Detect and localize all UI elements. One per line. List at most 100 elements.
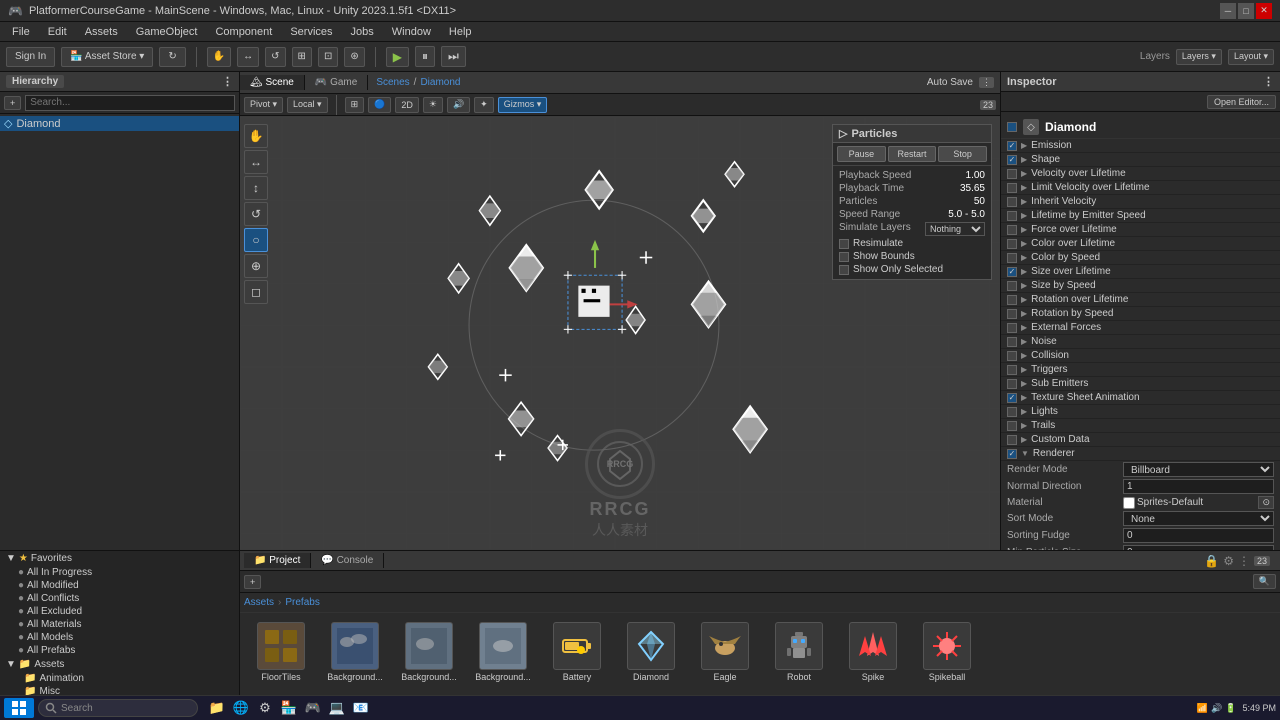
rect-tool-btn[interactable]: ◻ [244,280,268,304]
tree-item-all-modified[interactable]: ● All Modified [0,579,239,592]
move-tool[interactable]: ↔ [237,47,259,67]
velocity-lifetime-checkbox[interactable] [1007,169,1017,179]
rect-tool[interactable]: ⊡ [318,47,338,67]
shape-checkbox[interactable]: ✓ [1007,155,1017,165]
external-forces-checkbox[interactable] [1007,323,1017,333]
refresh-button[interactable]: ↻ [159,47,185,67]
force-lifetime-checkbox[interactable] [1007,225,1017,235]
tree-item-all-conflicts[interactable]: ● All Conflicts [0,592,239,605]
path-assets[interactable]: Assets [244,597,274,608]
object-active-checkbox[interactable] [1007,122,1017,132]
menu-file[interactable]: File [4,24,38,40]
circle-tool-btn[interactable]: ○ [244,228,268,252]
material-select-btn[interactable]: ⊙ [1258,496,1274,509]
asset-robot[interactable]: Robot [764,619,834,685]
tree-item-all-prefabs[interactable]: ● All Prefabs [0,644,239,657]
section-color-lifetime[interactable]: ▶ Color over Lifetime [1001,237,1280,251]
tab-hierarchy[interactable]: Hierarchy [6,75,64,88]
scene-audio[interactable]: 🔊 [447,97,470,113]
resimulate-checkbox[interactable] [839,239,849,249]
section-size-speed[interactable]: ▶ Size by Speed [1001,279,1280,293]
rotate-tool[interactable]: ↺ [265,47,285,67]
normal-direction-input[interactable] [1123,479,1274,494]
assets-header[interactable]: ▼ 📁 Assets [0,657,239,672]
section-limit-velocity[interactable]: ▶ Limit Velocity over Lifetime [1001,181,1280,195]
section-custom-data[interactable]: ▶ Custom Data [1001,433,1280,447]
menu-jobs[interactable]: Jobs [343,24,382,40]
simulate-layers-select[interactable]: Nothing [925,222,985,236]
section-lights[interactable]: ▶ Lights [1001,405,1280,419]
section-external-forces[interactable]: ▶ External Forces [1001,321,1280,335]
scale-tool[interactable]: ⊞ [292,47,312,67]
tree-item-all-excluded[interactable]: ● All Excluded [0,605,239,618]
inspector-menu-icon[interactable]: ⋮ [1263,75,1274,88]
assets-add-btn[interactable]: + [244,575,261,589]
layers-dropdown[interactable]: Layers ▾ [1176,49,1222,65]
asset-background-3[interactable]: Background... [468,619,538,685]
section-rotation-speed[interactable]: ▶ Rotation by Speed [1001,307,1280,321]
resimulate-row[interactable]: Resimulate [839,237,985,250]
section-rotation-lifetime[interactable]: ▶ Rotation over Lifetime [1001,293,1280,307]
bottom-lock-icon[interactable]: 🔒 [1204,554,1219,568]
tree-item-all-models[interactable]: ● All Models [0,631,239,644]
menu-services[interactable]: Services [282,24,340,40]
scene-2d-toggle[interactable]: 2D [395,97,419,113]
asset-store-button[interactable]: 🏪 Asset Store ▾ [61,47,153,67]
asset-battery[interactable]: Battery [542,619,612,685]
taskbar-app-mail[interactable]: 📧 [350,697,372,719]
section-inherit-velocity[interactable]: ▶ Inherit Velocity [1001,195,1280,209]
scene-lighting[interactable]: ☀ [423,97,443,113]
scenes-link[interactable]: Scenes [376,77,409,88]
section-collision[interactable]: ▶ Collision [1001,349,1280,363]
restart-particle-btn[interactable]: Restart [888,146,937,162]
section-color-speed[interactable]: ▶ Color by Speed [1001,251,1280,265]
signin-button[interactable]: Sign In [6,47,55,67]
move-tool-btn[interactable]: ↔ [244,150,268,174]
collision-checkbox[interactable] [1007,351,1017,361]
diamond-link[interactable]: Diamond [420,77,460,88]
hand-tool[interactable]: ✋ [207,47,231,67]
min-particle-size-input[interactable] [1123,545,1274,550]
hierarchy-add-button[interactable]: + [4,96,21,110]
section-emission[interactable]: ✓ ▶ Emission [1001,139,1280,153]
pivot-tool-btn[interactable]: ⊕ [244,254,268,278]
menu-assets[interactable]: Assets [77,24,126,40]
sorting-fudge-input[interactable] [1123,528,1274,543]
bottom-gear-icon[interactable]: ⚙ [1223,554,1234,568]
start-button[interactable] [4,698,34,718]
lifetime-speed-checkbox[interactable] [1007,211,1017,221]
asset-spikeball[interactable]: Spikeball [912,619,982,685]
scene-canvas[interactable]: ✋ ↔ ↕ ↺ ○ ⊕ ◻ ▷ Particles Pause Restart … [240,116,1000,550]
scale-tool-btn[interactable]: ↕ [244,176,268,200]
maximize-button[interactable]: □ [1238,3,1254,19]
taskbar-search[interactable]: Search [38,699,198,717]
size-speed-checkbox[interactable] [1007,281,1017,291]
menu-window[interactable]: Window [384,24,439,40]
asset-floortiles[interactable]: FloorTiles [246,619,316,685]
tree-item-all-in-progress[interactable]: ● All In Progress [0,566,239,579]
sort-mode-select[interactable]: None [1123,511,1274,526]
play-button[interactable]: ▶ [386,47,409,67]
asset-background-1[interactable]: Background... [320,619,390,685]
hierarchy-menu-icon[interactable]: ⋮ [222,75,233,88]
close-button[interactable]: ✕ [1256,3,1272,19]
scene-view-mode[interactable]: ⊞ [345,97,365,113]
bottom-menu-icon[interactable]: ⋮ [1238,554,1250,568]
section-size-lifetime[interactable]: ✓ ▶ Size over Lifetime [1001,265,1280,279]
scene-tab-game[interactable]: 🎮 Game [305,75,368,90]
favorites-header[interactable]: ▼ ★ Favorites [0,551,239,566]
tree-item-animation[interactable]: 📁 Animation [0,672,239,685]
menu-edit[interactable]: Edit [40,24,75,40]
size-lifetime-checkbox[interactable]: ✓ [1007,267,1017,277]
taskbar-app-store[interactable]: 🏪 [278,697,300,719]
tab-console[interactable]: 💬 Console [311,553,384,568]
emission-checkbox[interactable]: ✓ [1007,141,1017,151]
section-noise[interactable]: ▶ Noise [1001,335,1280,349]
rotation-speed-checkbox[interactable] [1007,309,1017,319]
sub-emitters-checkbox[interactable] [1007,379,1017,389]
asset-eagle[interactable]: Eagle [690,619,760,685]
section-texture-sheet[interactable]: ✓ ▶ Texture Sheet Animation [1001,391,1280,405]
color-lifetime-checkbox[interactable] [1007,239,1017,249]
inherit-velocity-checkbox[interactable] [1007,197,1017,207]
pivot-dropdown[interactable]: Pivot ▾ [244,97,283,113]
